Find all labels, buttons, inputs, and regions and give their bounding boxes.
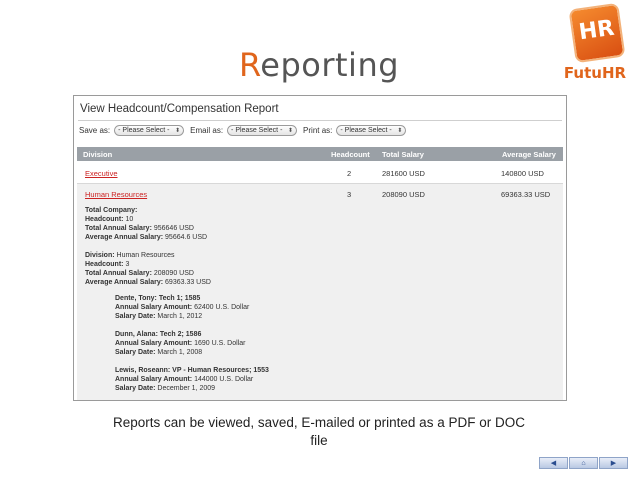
print-as-label: Print as:	[303, 126, 333, 135]
email-as-select[interactable]: - Please Select - ⬍	[227, 125, 298, 136]
report-screenshot: View Headcount/Compensation Report Save …	[73, 95, 567, 401]
employee-entry: Dunn, Alana: Tech 2; 1586 Annual Salary …	[115, 330, 245, 357]
title-divider	[78, 120, 562, 121]
logo-brand-text: FutuHR	[563, 64, 627, 82]
salary-amount-label: Annual Salary Amount:	[115, 304, 193, 311]
division-headcount-value: 3	[125, 261, 130, 268]
salary-amount-value: 144000 U.S. Dollar	[194, 376, 254, 383]
slide-title: Reporting	[0, 46, 638, 84]
table-row: Executive 2 281600 USD 140800 USD	[77, 163, 563, 183]
prev-slide-button[interactable]: ◀	[539, 457, 568, 469]
employee-name: Dente, Tony: Tech 1; 1585	[115, 295, 201, 302]
logo-badge: HR	[568, 2, 626, 64]
total-salary-cell: 281600 USD	[382, 169, 425, 178]
slide-title-first-letter: R	[238, 46, 261, 84]
save-as-select[interactable]: - Please Select - ⬍	[114, 125, 185, 136]
company-summary: Total Company: Headcount: 10 Total Annua…	[85, 206, 207, 242]
home-icon: ⌂	[581, 459, 586, 467]
col-headcount[interactable]: Headcount	[331, 150, 370, 159]
salary-date-value: March 1, 2012	[157, 313, 203, 320]
save-as-label: Save as:	[79, 126, 111, 135]
headcount-cell: 2	[347, 169, 352, 178]
company-average-label: Average Annual Salary:	[85, 234, 164, 241]
company-total-label: Total Annual Salary:	[85, 225, 152, 232]
table-header: Division Headcount Total Salary Average …	[77, 147, 563, 161]
salary-amount-value: 1690 U.S. Dollar	[194, 340, 246, 347]
salary-amount-value: 62400 U.S. Dollar	[194, 304, 250, 311]
print-as-select[interactable]: - Please Select - ⬍	[336, 125, 407, 136]
email-as-select-value: - Please Select -	[231, 127, 283, 134]
select-arrows-icon: ⬍	[288, 128, 294, 134]
salary-amount-label: Annual Salary Amount:	[115, 376, 193, 383]
company-heading: Total Company:	[85, 207, 138, 214]
company-headcount-value: 10	[125, 216, 134, 223]
table-row: Human Resources 3 208090 USD 69363.33 US…	[77, 184, 563, 204]
salary-date-value: December 1, 2009	[157, 385, 216, 392]
col-division[interactable]: Division	[83, 150, 112, 159]
average-salary-cell: 140800 USD	[501, 169, 544, 178]
caption-line-1: Reports can be viewed, saved, E-mailed o…	[113, 415, 525, 430]
division-average-label: Average Annual Salary:	[85, 279, 164, 286]
employee-name: Lewis, Roseann: VP - Human Resources; 15…	[115, 367, 269, 374]
slide-nav: ◀ ⌂ ▶	[539, 457, 629, 469]
company-average-value: 95664.6 USD	[165, 234, 208, 241]
salary-date-label: Salary Date:	[115, 313, 156, 320]
division-link-human-resources[interactable]: Human Resources	[85, 190, 147, 199]
print-as-select-value: - Please Select -	[340, 127, 392, 134]
caption-line-2: file	[310, 433, 328, 448]
logo-badge-text: HR	[577, 15, 616, 46]
report-details: Total Company: Headcount: 10 Total Annua…	[77, 204, 563, 400]
salary-date-value: March 1, 2008	[157, 349, 203, 356]
division-label: Division:	[85, 252, 115, 259]
export-toolbar: Save as: - Please Select - ⬍ Email as: - …	[79, 125, 412, 136]
salary-amount-label: Annual Salary Amount:	[115, 340, 193, 347]
division-summary: Division: Human Resources Headcount: 3 T…	[85, 251, 211, 287]
employee-entry: Dente, Tony: Tech 1; 1585 Annual Salary …	[115, 294, 249, 321]
col-average-salary[interactable]: Average Salary	[502, 150, 556, 159]
average-salary-cell: 69363.33 USD	[501, 190, 551, 199]
salary-date-label: Salary Date:	[115, 349, 156, 356]
division-headcount-label: Headcount:	[85, 261, 124, 268]
slide-title-rest: eporting	[260, 46, 400, 84]
company-headcount-label: Headcount:	[85, 216, 124, 223]
employee-entry: Lewis, Roseann: VP - Human Resources; 15…	[115, 366, 269, 393]
next-slide-button[interactable]: ▶	[599, 457, 628, 469]
save-as-select-value: - Please Select -	[118, 127, 170, 134]
total-salary-cell: 208090 USD	[382, 190, 425, 199]
division-link-executive[interactable]: Executive	[85, 169, 118, 178]
slide-caption: Reports can be viewed, saved, E-mailed o…	[70, 414, 568, 450]
headcount-cell: 3	[347, 190, 352, 199]
home-button[interactable]: ⌂	[569, 457, 598, 469]
employee-name: Dunn, Alana: Tech 2; 1586	[115, 331, 202, 338]
futuhr-logo: HR FutuHR	[562, 2, 628, 88]
division-total-value: 208090 USD	[153, 270, 194, 277]
company-total-value: 956646 USD	[153, 225, 194, 232]
division-average-value: 69363.33 USD	[165, 279, 211, 286]
division-value: Human Resources	[116, 252, 175, 259]
report-title: View Headcount/Compensation Report	[80, 103, 279, 115]
arrow-left-icon: ◀	[550, 460, 557, 467]
email-as-label: Email as:	[190, 126, 224, 135]
arrow-right-icon: ▶	[610, 460, 617, 467]
select-arrows-icon: ⬍	[397, 128, 403, 134]
salary-date-label: Salary Date:	[115, 385, 156, 392]
select-arrows-icon: ⬍	[175, 128, 181, 134]
division-total-label: Total Annual Salary:	[85, 270, 152, 277]
col-total-salary[interactable]: Total Salary	[382, 150, 424, 159]
